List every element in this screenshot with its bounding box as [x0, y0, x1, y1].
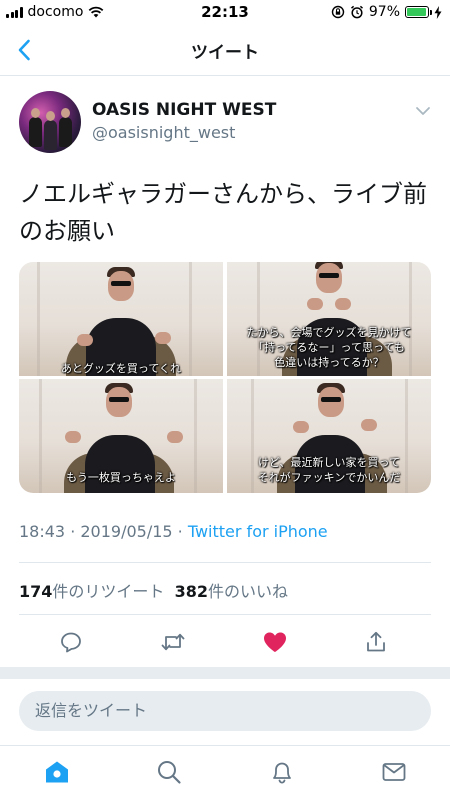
share-icon: [367, 631, 385, 652]
tab-bar: [0, 745, 450, 800]
tweet-photo[interactable]: もう一枚買っちゃえよ: [19, 379, 223, 493]
tab-notifications[interactable]: [268, 758, 296, 786]
battery-icon: [405, 6, 432, 18]
like-icon: [264, 632, 286, 652]
photo-caption: あとグッズを買ってくれ: [60, 362, 182, 375]
tweet-source-link[interactable]: Twitter for iPhone: [188, 522, 328, 541]
tweet-actions: [0, 625, 450, 659]
tweet-timestamp: 18:43 · 2019/05/15 ·: [19, 522, 188, 541]
tweet-text: ノエルギャラガーさんから、ライブ前のお願い: [19, 180, 427, 245]
charging-icon: [434, 5, 442, 19]
retweet-button[interactable]: [159, 628, 187, 656]
media-grid: あとグッズを買ってくれ たから、会場でグッズを見かけて 「持ってるなー」って思っ…: [19, 262, 431, 493]
divider: [19, 562, 431, 563]
tweet-photo[interactable]: あとグッズを買ってくれ: [19, 262, 223, 376]
home-icon: [46, 761, 68, 783]
notifications-icon: [273, 762, 291, 784]
divider: [19, 614, 431, 615]
user-handle[interactable]: @oasisnight_west: [92, 123, 235, 142]
retweet-stat[interactable]: 174件のリツイート: [19, 582, 164, 601]
like-stat[interactable]: 382件のいいね: [175, 582, 288, 601]
avatar[interactable]: [19, 91, 81, 153]
like-count: 382: [174, 582, 208, 601]
photo-caption: たから、会場でグッズを見かけて 「持ってるなー」って思っても 色違いは持ってるか…: [246, 326, 412, 369]
alarm-icon: [350, 5, 363, 19]
tweet-stats: 174件のリツイート 382件のいいね: [19, 578, 288, 602]
tab-search[interactable]: [155, 758, 183, 786]
like-button[interactable]: [261, 628, 289, 656]
tab-home[interactable]: [43, 758, 71, 786]
battery-percent: 97%: [368, 4, 400, 20]
section-separator: [0, 667, 450, 679]
nav-bar: ツイート: [0, 24, 450, 76]
share-button[interactable]: [362, 628, 390, 656]
photo-caption: けど、最近新しい家を買って それがファッキンでかいんだ: [257, 456, 401, 484]
retweet-count: 174: [19, 582, 53, 601]
chevron-down-icon[interactable]: [414, 102, 432, 120]
tweet-meta: 18:43 · 2019/05/15 · Twitter for iPhone: [19, 522, 328, 541]
tweet-photo[interactable]: たから、会場でグッズを見かけて 「持ってるなー」って思っても 色違いは持ってるか…: [227, 262, 431, 376]
reply-button[interactable]: [57, 628, 85, 656]
retweet-icon: [161, 633, 185, 651]
status-bar: docomo 22:13 97%: [0, 0, 450, 24]
like-label: 件のいいね: [208, 582, 289, 601]
retweet-label: 件のリツイート: [52, 582, 165, 601]
rotation-lock-icon: [331, 5, 345, 19]
messages-icon: [382, 763, 406, 781]
display-name[interactable]: OASIS NIGHT WEST: [92, 100, 276, 120]
photo-caption: もう一枚買っちゃえよ: [66, 471, 176, 484]
tab-messages[interactable]: [380, 758, 408, 786]
reply-icon: [61, 632, 81, 653]
tweet-photo[interactable]: けど、最近新しい家を買って それがファッキンでかいんだ: [227, 379, 431, 493]
reply-input[interactable]: 返信をツイート: [19, 691, 431, 731]
search-icon: [158, 761, 181, 784]
page-title: ツイート: [191, 43, 259, 63]
